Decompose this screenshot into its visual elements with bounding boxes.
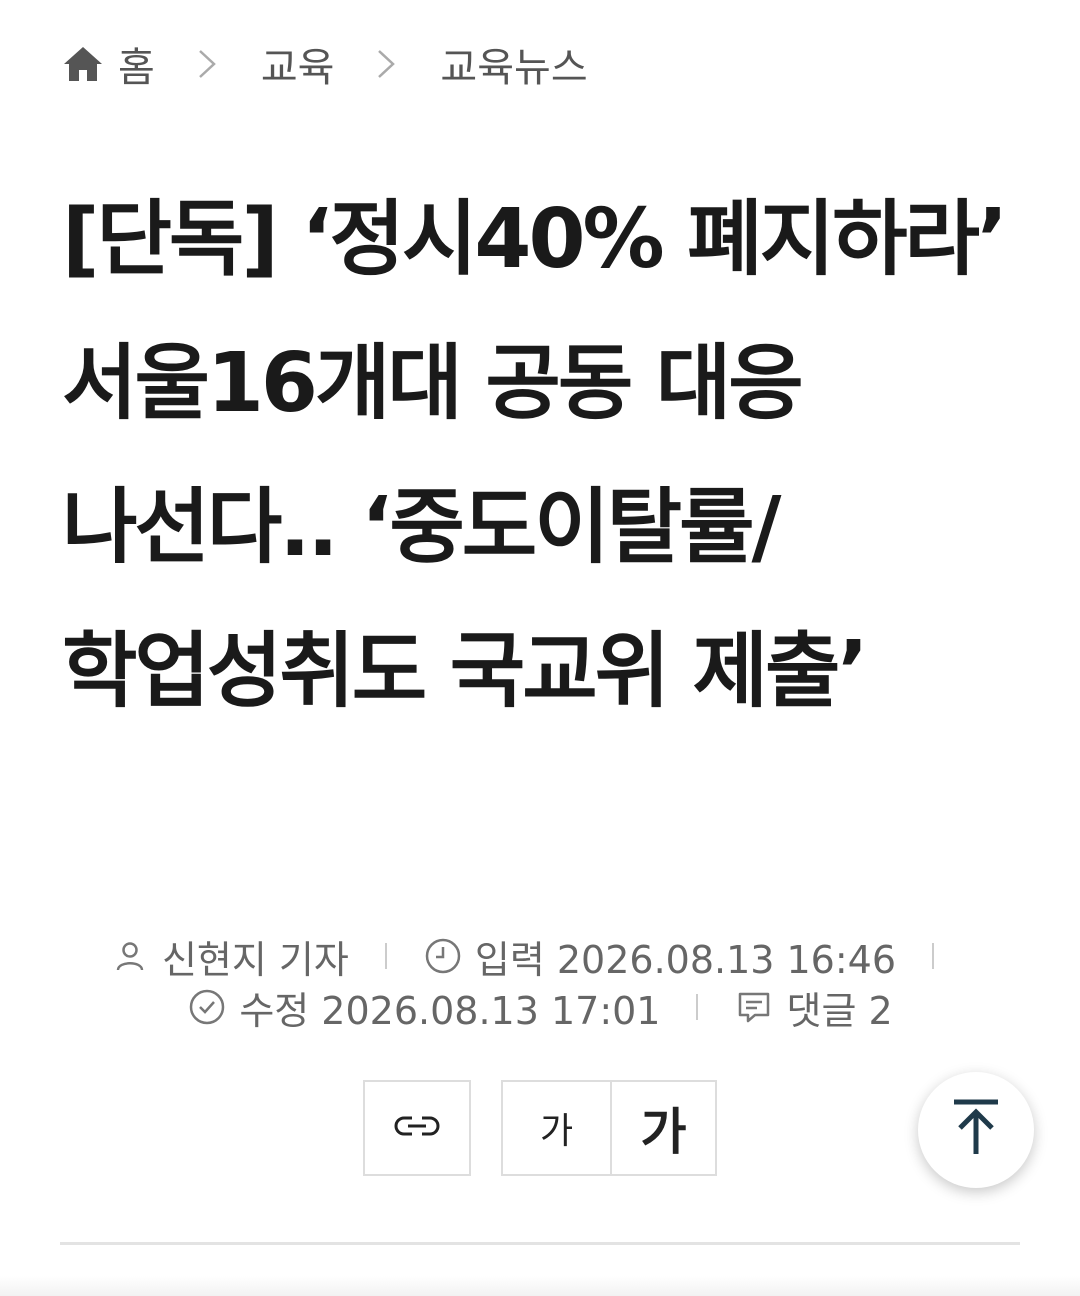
article-title: [단독] ‘정시40% 폐지하라’ 서울16개대 공동 대응 나선다.. ‘중도…: [62, 192, 1008, 719]
article-meta-row: 신현지 기자 입력 2026.08.13 16:46: [0, 930, 1080, 982]
comment-count[interactable]: 댓글 2: [786, 980, 892, 1035]
clock-icon: [423, 936, 463, 976]
scroll-to-top-button[interactable]: [918, 1072, 1034, 1188]
article-toolbar: 가 가: [363, 1080, 717, 1176]
published-date: 입력 2026.08.13 16:46: [474, 937, 897, 982]
published-info: 입력 2026.08.13 16:46: [423, 929, 896, 984]
copy-link-button[interactable]: [363, 1080, 471, 1176]
font-size-controls: 가 가: [501, 1080, 717, 1176]
chevron-right-icon: [374, 46, 398, 82]
article-meta-row: 수정 2026.08.13 17:01 댓글 2: [0, 981, 1080, 1033]
arrow-up-icon: [948, 1098, 1004, 1162]
font-size-large-button[interactable]: 가: [611, 1080, 717, 1176]
breadcrumb-home[interactable]: 홈: [118, 35, 155, 93]
home-icon[interactable]: [62, 44, 104, 84]
comments-link[interactable]: 댓글 2: [734, 980, 893, 1035]
comment-icon: [734, 987, 774, 1027]
modified-date: 수정 2026.08.13 17:01: [239, 988, 661, 1033]
author-name[interactable]: 신현지 기자: [162, 929, 349, 984]
breadcrumb-education[interactable]: 교육: [261, 35, 335, 93]
breadcrumb-education-news[interactable]: 교육뉴스: [440, 35, 587, 93]
meta-divider: [384, 943, 387, 969]
person-icon: [110, 936, 150, 976]
content-edge: [0, 1276, 1080, 1296]
font-size-small-button[interactable]: 가: [501, 1080, 611, 1176]
breadcrumb: 홈 교육 교육뉴스: [62, 34, 588, 94]
author-info: 신현지 기자: [110, 929, 349, 984]
chevron-right-icon: [195, 46, 219, 82]
link-icon: [394, 1114, 440, 1142]
modified-info: 수정 2026.08.13 17:01: [187, 980, 660, 1035]
section-divider: [60, 1242, 1020, 1245]
meta-divider: [932, 943, 935, 969]
meta-divider: [696, 994, 699, 1020]
check-circle-icon: [187, 987, 227, 1027]
